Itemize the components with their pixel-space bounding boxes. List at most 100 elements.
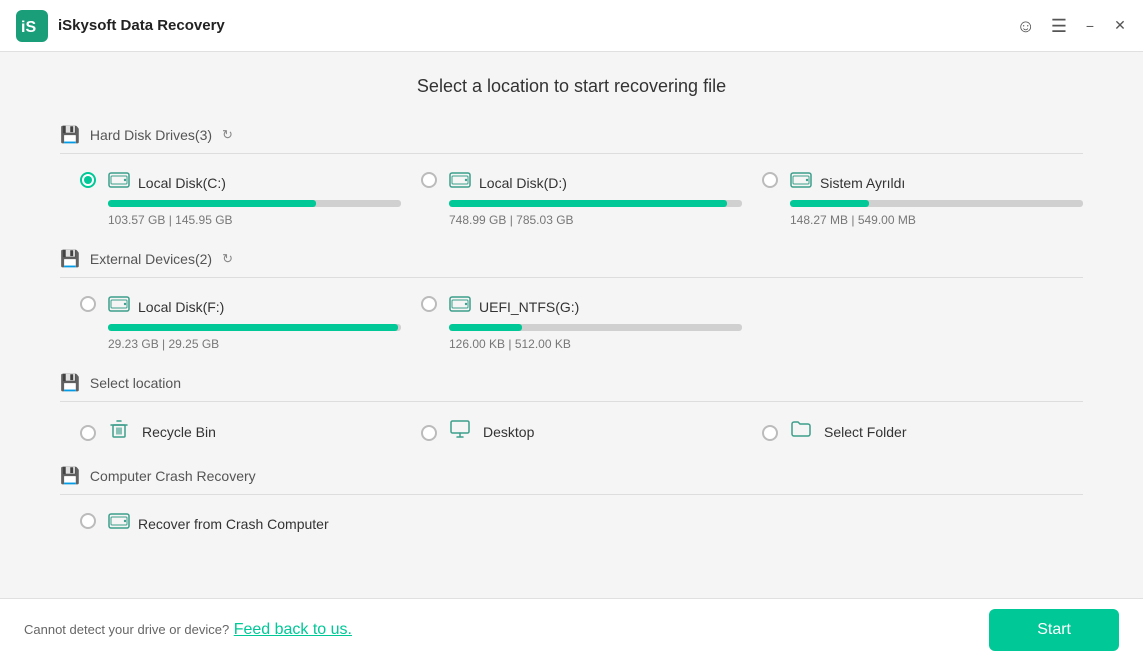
drive-progress-bar [449, 324, 742, 331]
drive-icon [790, 170, 812, 196]
footer: Cannot detect your drive or device? Feed… [0, 598, 1143, 660]
start-button[interactable]: Start [989, 609, 1119, 651]
drive-name-row: UEFI_NTFS(G:) [449, 294, 742, 320]
drive-name-row: Local Disk(F:) [108, 294, 401, 320]
drive-progress-fill [449, 324, 522, 331]
location-icon [790, 418, 812, 446]
drive-progress-fill [790, 200, 869, 207]
drive-progress-bar [449, 200, 742, 207]
drive-name: Sistem Ayrıldı [820, 175, 905, 191]
crash-label: Computer Crash Recovery [90, 468, 256, 484]
location-icon [108, 418, 130, 446]
crash-drive-icon [108, 511, 130, 537]
drive-size: 148.27 MB | 549.00 MB [790, 213, 916, 227]
hard-disk-grid: Local Disk(C:) 103.57 GB | 145.95 GB [60, 170, 1083, 229]
drive-progress-fill [108, 324, 398, 331]
user-icon[interactable]: ☺ [1016, 17, 1034, 35]
drive-info: Local Disk(D:) 748.99 GB | 785.03 GB [449, 170, 742, 229]
crash-section: 💾 Computer Crash Recovery Recover from C… [60, 466, 1083, 541]
minimize-button[interactable]: − [1083, 19, 1097, 33]
loc-radio-1[interactable] [421, 425, 437, 441]
drive-progress-bar [108, 200, 401, 207]
location-item[interactable]: Select Folder [762, 418, 1083, 446]
drive-name: Local Disk(D:) [479, 175, 567, 191]
location-section-icon: 💾 [60, 373, 80, 393]
location-name: Desktop [483, 424, 534, 440]
crash-radio-0[interactable] [80, 513, 96, 529]
location-grid: Recycle Bin Desktop Select Folder [60, 418, 1083, 446]
drive-icon [108, 170, 130, 196]
drive-size: 103.57 GB | 145.95 GB [108, 213, 233, 227]
titlebar: iS iSkysoft Data Recovery ☺ ☰ − ✕ [0, 0, 1143, 52]
crash-item[interactable]: Recover from Crash Computer [80, 511, 401, 541]
drive-size: 29.23 GB | 29.25 GB [108, 337, 219, 351]
location-item[interactable]: Recycle Bin [80, 418, 401, 446]
hdd-radio-1[interactable] [421, 172, 437, 188]
hard-disk-header: 💾 Hard Disk Drives(3) ↻ [60, 125, 1083, 154]
hdd-drive-item[interactable]: Sistem Ayrıldı 148.27 MB | 549.00 MB [762, 170, 1083, 229]
drive-info: UEFI_NTFS(G:) 126.00 KB | 512.00 KB [449, 294, 742, 353]
drive-size: 748.99 GB | 785.03 GB [449, 213, 574, 227]
hdd-drive-item[interactable]: Local Disk(C:) 103.57 GB | 145.95 GB [80, 170, 401, 229]
menu-icon[interactable]: ☰ [1051, 17, 1067, 35]
location-icon [449, 418, 471, 446]
drive-name-row: Sistem Ayrıldı [790, 170, 1083, 196]
app-logo: iS [16, 10, 48, 42]
location-header: 💾 Select location [60, 373, 1083, 402]
feedback-link[interactable]: Feed back to us. [234, 621, 352, 638]
drive-name-row: Local Disk(D:) [449, 170, 742, 196]
hdd-radio-0[interactable] [80, 172, 96, 188]
drive-size: 126.00 KB | 512.00 KB [449, 337, 571, 351]
external-section: 💾 External Devices(2) ↻ Local Disk(F:) [60, 249, 1083, 353]
drive-icon [449, 170, 471, 196]
drive-progress-bar [790, 200, 1083, 207]
drive-progress-fill [449, 200, 727, 207]
drive-name-row: Local Disk(C:) [108, 170, 401, 196]
external-grid: Local Disk(F:) 29.23 GB | 29.25 GB [60, 294, 1083, 353]
close-button[interactable]: ✕ [1113, 19, 1127, 33]
drive-progress-bar [108, 324, 401, 331]
hdd-icon: 💾 [60, 125, 80, 145]
window-controls: ☺ ☰ − ✕ [1016, 17, 1127, 35]
hdd-refresh-icon[interactable]: ↻ [222, 127, 233, 143]
drive-info: Sistem Ayrıldı 148.27 MB | 549.00 MB [790, 170, 1083, 229]
location-name: Select Folder [824, 424, 906, 440]
main-content: Select a location to start recovering fi… [0, 52, 1143, 598]
crash-grid: Recover from Crash Computer [60, 511, 1083, 541]
crash-item-name: Recover from Crash Computer [138, 516, 329, 532]
loc-radio-2[interactable] [762, 425, 778, 441]
drive-name: Local Disk(F:) [138, 299, 224, 315]
ext-refresh-icon[interactable]: ↻ [222, 251, 233, 267]
location-section: 💾 Select location Recycle Bin Desktop Se… [60, 373, 1083, 446]
hard-disk-label: Hard Disk Drives(3) [90, 127, 212, 143]
drive-icon [108, 294, 130, 320]
drive-name-row: Recover from Crash Computer [108, 511, 401, 537]
loc-radio-0[interactable] [80, 425, 96, 441]
footer-text: Cannot detect your drive or device? [24, 622, 229, 637]
footer-message: Cannot detect your drive or device? Feed… [24, 621, 352, 639]
hdd-drive-item[interactable]: Local Disk(D:) 748.99 GB | 785.03 GB [421, 170, 742, 229]
drive-progress-fill [108, 200, 316, 207]
ext-radio-1[interactable] [421, 296, 437, 312]
location-label: Select location [90, 375, 181, 391]
location-item[interactable]: Desktop [421, 418, 742, 446]
drive-name: Local Disk(C:) [138, 175, 226, 191]
drive-name: UEFI_NTFS(G:) [479, 299, 579, 315]
hdd-radio-2[interactable] [762, 172, 778, 188]
drive-info: Recover from Crash Computer [108, 511, 401, 541]
page-title: Select a location to start recovering fi… [60, 76, 1083, 97]
ext-icon: 💾 [60, 249, 80, 269]
drive-icon [449, 294, 471, 320]
ext-drive-item[interactable]: Local Disk(F:) 29.23 GB | 29.25 GB [80, 294, 401, 353]
external-label: External Devices(2) [90, 251, 212, 267]
ext-radio-0[interactable] [80, 296, 96, 312]
crash-section-icon: 💾 [60, 466, 80, 486]
app-title: iSkysoft Data Recovery [58, 17, 1016, 34]
crash-header: 💾 Computer Crash Recovery [60, 466, 1083, 495]
external-header: 💾 External Devices(2) ↻ [60, 249, 1083, 278]
location-name: Recycle Bin [142, 424, 216, 440]
ext-drive-item[interactable]: UEFI_NTFS(G:) 126.00 KB | 512.00 KB [421, 294, 742, 353]
hard-disk-section: 💾 Hard Disk Drives(3) ↻ Local Disk(C:) [60, 125, 1083, 229]
drive-info: Local Disk(C:) 103.57 GB | 145.95 GB [108, 170, 401, 229]
drive-info: Local Disk(F:) 29.23 GB | 29.25 GB [108, 294, 401, 353]
